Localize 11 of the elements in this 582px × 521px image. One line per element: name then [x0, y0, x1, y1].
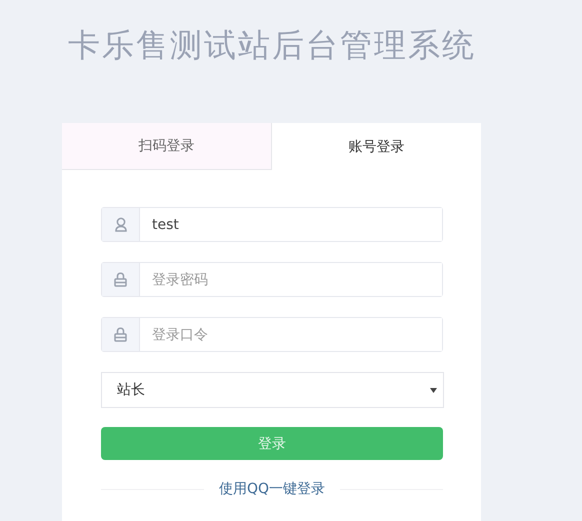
input-field[interactable]: test: [101, 207, 443, 242]
user-icon: [114, 217, 126, 232]
lock-icon: [114, 272, 127, 287]
input-field[interactable]: 登录口令: [101, 317, 443, 352]
login-tab[interactable]: 扫码登录: [62, 123, 272, 170]
lock-icon: [114, 327, 127, 342]
input-field[interactable]: 登录密码: [101, 262, 443, 297]
caret-icon: [430, 388, 437, 392]
qq-login-link[interactable]: 使用QQ一键登录: [204, 480, 340, 498]
role-select[interactable]: 站长: [101, 372, 444, 408]
page-title: 卡乐售测试站后台管理系统: [68, 25, 476, 65]
